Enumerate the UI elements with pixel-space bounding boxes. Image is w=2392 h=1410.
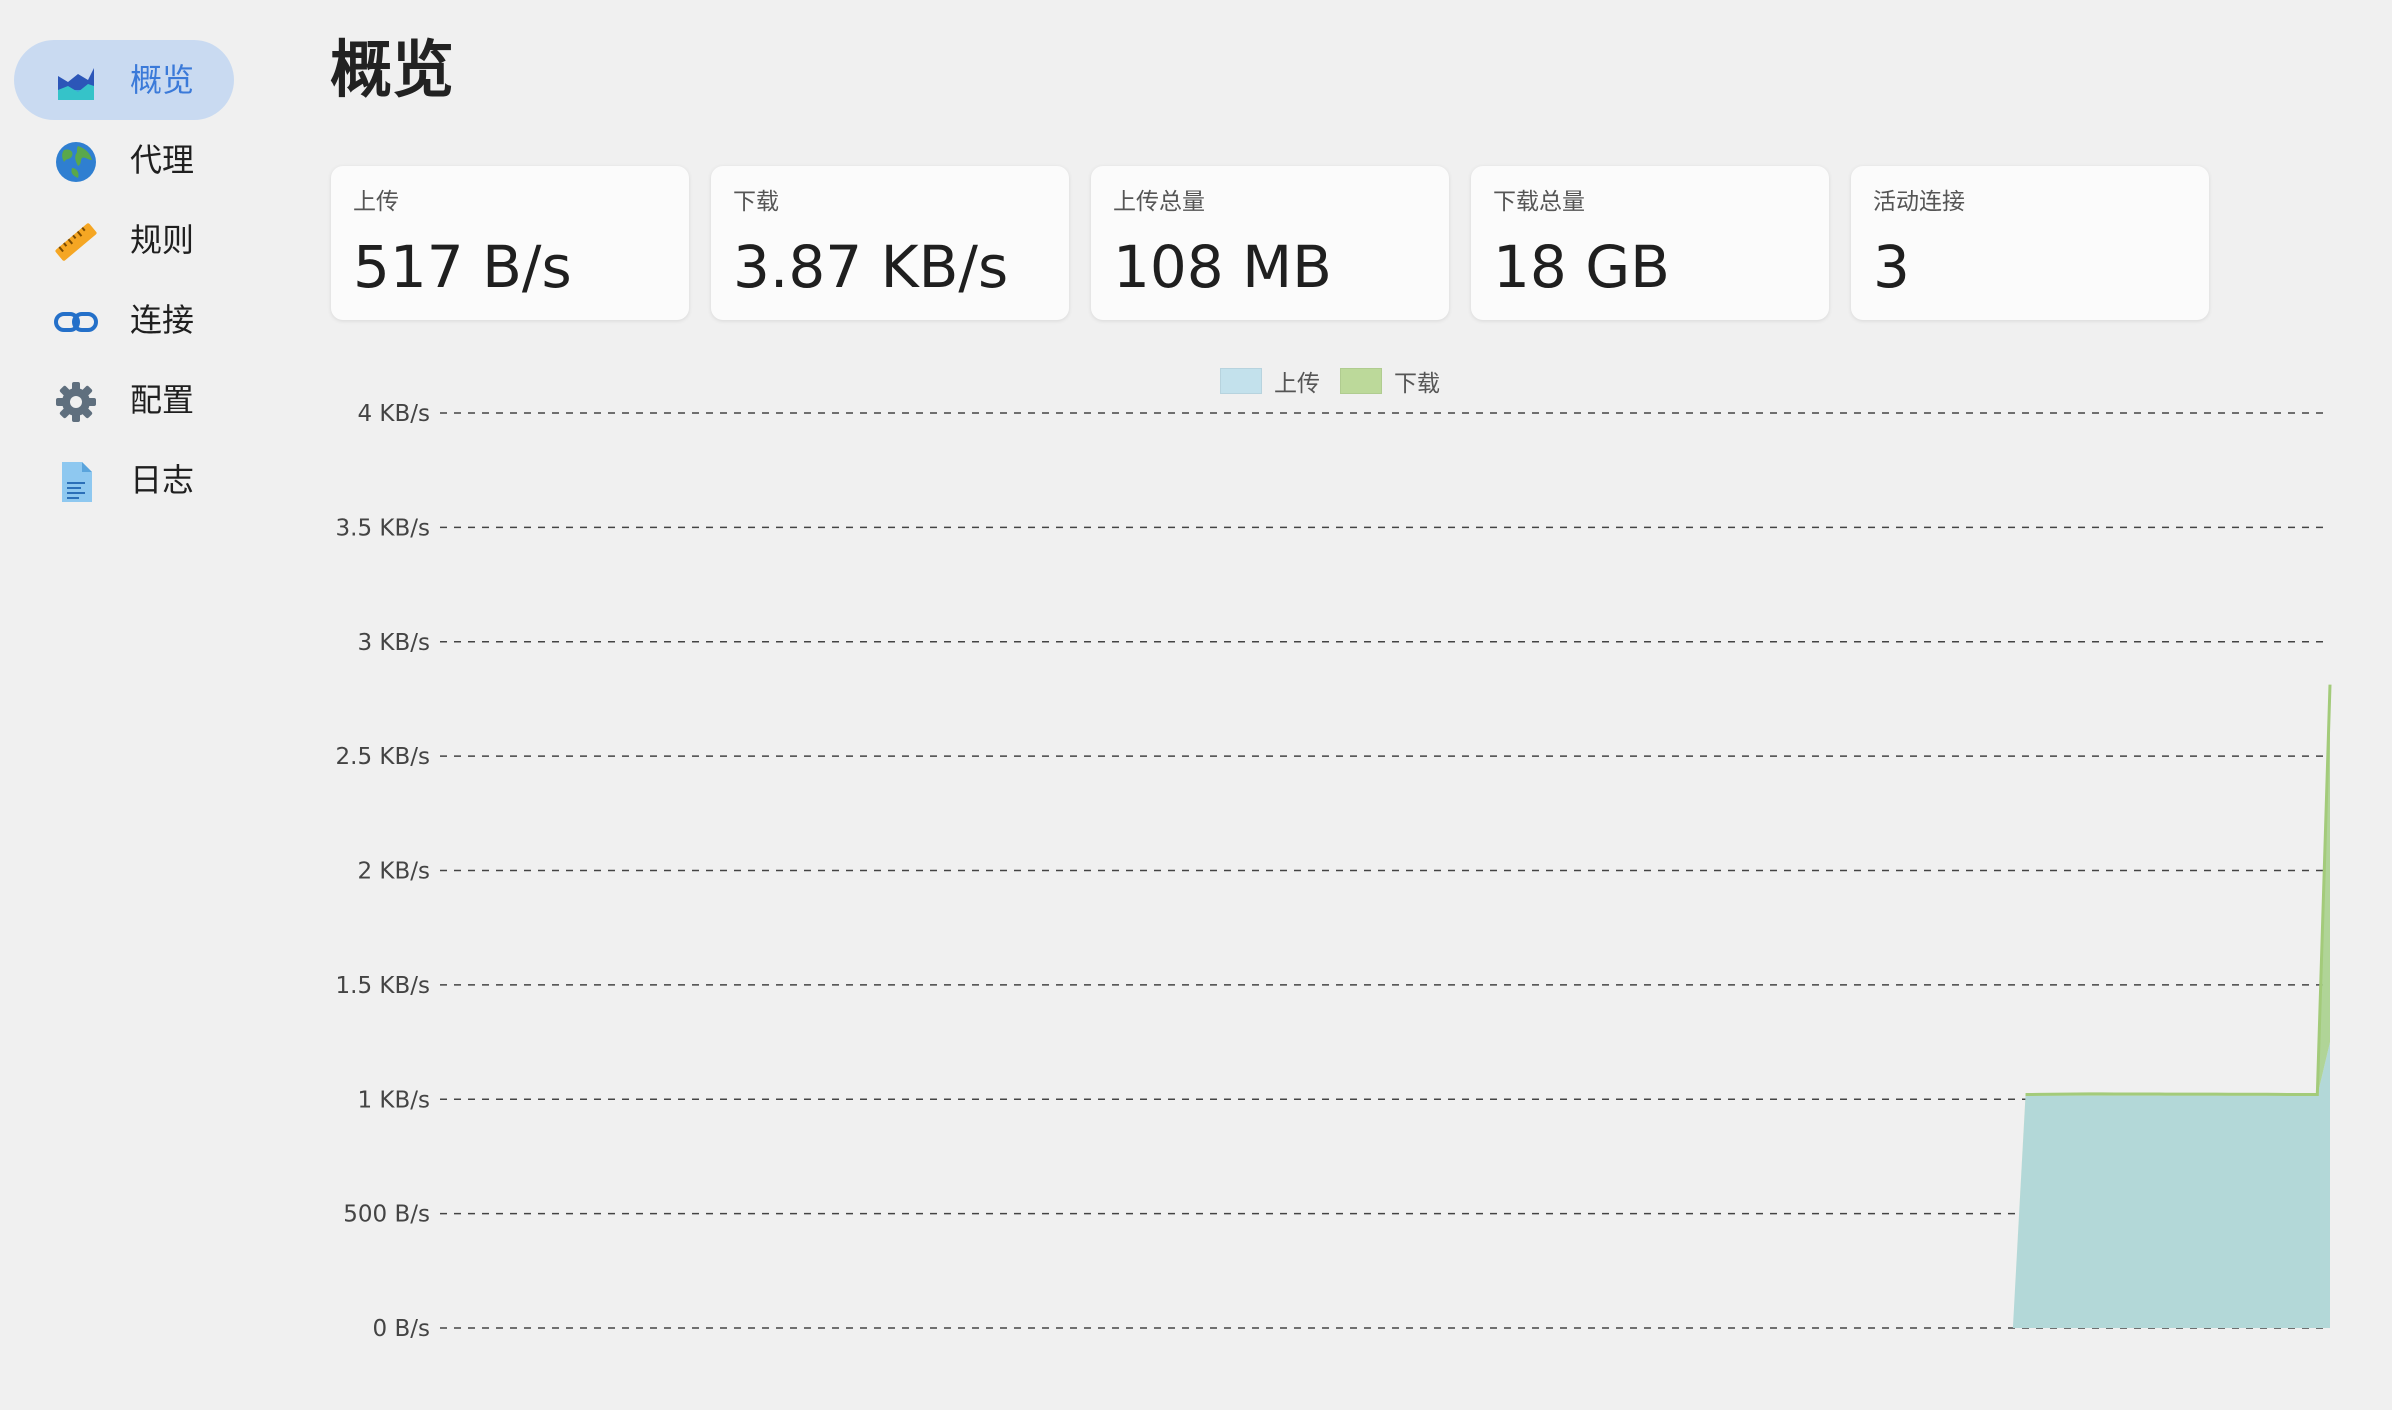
y-tick-label: 2.5 KB/s xyxy=(336,744,430,770)
sidebar-item-rules[interactable]: 规则 xyxy=(14,200,234,280)
document-icon xyxy=(62,462,92,502)
globe-icon xyxy=(56,142,96,182)
y-tick-label: 3.5 KB/s xyxy=(336,515,430,541)
y-tick-label: 1 KB/s xyxy=(357,1087,430,1113)
stat-label: 下载 xyxy=(733,189,779,215)
sidebar-item-overview[interactable]: 概览 xyxy=(14,40,234,120)
stat-value: 3.87 KB/s xyxy=(733,233,1009,301)
sidebar: 概览 代理 规则 连接 配置 日志 xyxy=(0,0,250,1410)
stat-value: 3 xyxy=(1873,233,1910,301)
stat-value: 517 B/s xyxy=(353,233,572,301)
ruler-icon xyxy=(55,223,97,261)
stat-label: 上传总量 xyxy=(1113,189,1205,215)
stat-card-upload-total: 上传总量 108 MB xyxy=(1091,166,1449,320)
traffic-chart: 上传 下载 0 B/s 500 B/s 1 KB/s 1.5 KB/s 2 KB/s 2.… xyxy=(320,350,2340,1350)
chart-icon xyxy=(58,68,94,100)
stat-label: 活动连接 xyxy=(1873,189,1965,215)
stat-card-active-connections: 活动连接 3 xyxy=(1851,166,2209,320)
link-icon xyxy=(54,312,98,332)
y-tick-label: 3 KB/s xyxy=(357,630,430,656)
sidebar-item-proxy[interactable]: 代理 xyxy=(14,120,234,200)
sidebar-item-config[interactable]: 配置 xyxy=(14,360,234,440)
sidebar-item-connections[interactable]: 连接 xyxy=(14,280,234,360)
y-tick-label: 4 KB/s xyxy=(357,401,430,427)
y-tick-label: 2 KB/s xyxy=(357,859,430,885)
app-window: 概览 代理 规则 连接 配置 日志 概览 上传 517 B/s 下载 3.87 … xyxy=(0,0,2392,1410)
chart-canvas: 0 B/s 500 B/s 1 KB/s 1.5 KB/s 2 KB/s 2.5 KB/s… xyxy=(336,401,2332,1342)
y-tick-label: 500 B/s xyxy=(343,1202,430,1228)
sidebar-item-label: 代理 xyxy=(130,141,195,179)
stat-card-download: 下载 3.87 KB/s xyxy=(711,166,1069,320)
stat-value: 18 GB xyxy=(1493,233,1670,301)
page-title: 概览 xyxy=(330,33,455,106)
upload-area xyxy=(440,1042,2330,1328)
download-line xyxy=(2025,684,2332,1097)
stat-card-download-total: 下载总量 18 GB xyxy=(1471,166,1829,320)
sidebar-item-label: 连接 xyxy=(130,301,195,339)
stat-label: 下载总量 xyxy=(1493,189,1585,215)
stat-card-upload: 上传 517 B/s xyxy=(331,166,689,320)
sidebar-item-label: 概览 xyxy=(130,61,195,99)
y-tick-label: 0 B/s xyxy=(373,1316,430,1342)
sidebar-item-label: 日志 xyxy=(130,461,195,499)
sidebar-item-label: 配置 xyxy=(130,381,195,419)
stat-label: 上传 xyxy=(353,189,399,215)
sidebar-item-logs[interactable]: 日志 xyxy=(14,440,234,520)
y-tick-label: 1.5 KB/s xyxy=(336,973,430,999)
sidebar-item-label: 规则 xyxy=(130,221,195,259)
stat-value: 108 MB xyxy=(1113,233,1332,301)
gear-icon xyxy=(56,382,96,422)
